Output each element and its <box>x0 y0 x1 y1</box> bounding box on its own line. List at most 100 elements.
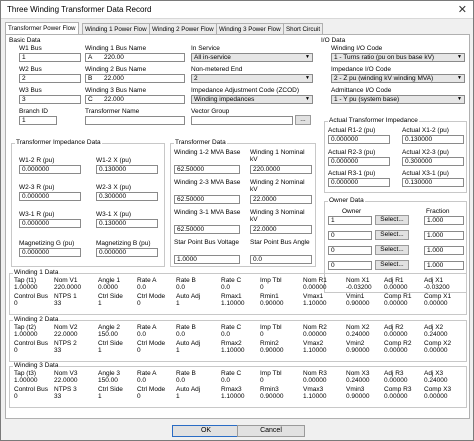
winding-3-value-5[interactable]: 1.10000 <box>221 393 245 400</box>
w12x-input[interactable]: 0.130000 <box>96 165 158 174</box>
actual-x23-input[interactable]: 0.300000 <box>402 157 464 166</box>
fraction-input[interactable]: 1.000 <box>424 231 464 240</box>
w2-bus-name-input[interactable]: B 22.000 <box>85 74 185 83</box>
nonmetered-end-select[interactable]: 2 ▼ <box>191 74 313 83</box>
star-point-angle-input[interactable]: 0.0 <box>250 255 312 264</box>
cancel-button[interactable]: Cancel <box>237 425 305 437</box>
owner-input[interactable]: 1 <box>328 216 372 225</box>
winding-2-value-10[interactable]: 0.24000 <box>424 331 448 338</box>
winding-3-value-8[interactable]: 0.24000 <box>346 377 370 384</box>
vector-group-browse-button[interactable]: ... <box>295 115 311 125</box>
actual-r12-input[interactable]: 0.000000 <box>328 135 390 144</box>
owner-input[interactable]: 0 <box>328 246 372 255</box>
base31-input[interactable]: 62.50000 <box>174 225 240 234</box>
winding-3-value-9[interactable]: 0.00000 <box>384 393 408 400</box>
winding-3-value-9[interactable]: 0.00000 <box>384 377 408 384</box>
winding-1-value-1[interactable]: 220.0000 <box>54 284 81 291</box>
w2-bus-input[interactable]: 2 <box>19 74 81 83</box>
close-icon[interactable]: ✕ <box>458 3 467 16</box>
winding-2-value-5[interactable]: 0.0 <box>221 331 230 338</box>
winding-2-value-4[interactable]: 0.0 <box>176 331 185 338</box>
magnetizing-b-input[interactable]: 0.000000 <box>96 248 158 257</box>
winding-2-value-1[interactable]: 22.0000 <box>54 331 78 338</box>
impedance-io-select[interactable]: 2 - Z pu (winding kV winding MVA) ▼ <box>331 74 465 83</box>
admittance-io-select[interactable]: 1 - Y pu (system base) ▼ <box>331 95 465 104</box>
owner-select-button[interactable]: Select... <box>375 230 409 240</box>
owner-select-button[interactable]: Select... <box>375 245 409 255</box>
winding-2-value-0[interactable]: 0 <box>14 347 18 354</box>
winding-1-value-5[interactable]: 0.0 <box>221 284 230 291</box>
winding-1-value-6[interactable]: 0.90000 <box>260 300 284 307</box>
branch-id-input[interactable]: 1 <box>19 116 57 125</box>
winding-1-value-4[interactable]: 0.0 <box>176 284 185 291</box>
owner-select-button[interactable]: Select... <box>375 260 409 270</box>
winding-3-value-6[interactable]: 0.90000 <box>260 393 284 400</box>
nom3-input[interactable]: 22.0000 <box>250 225 312 234</box>
winding-2-value-1[interactable]: 33 <box>54 347 61 354</box>
winding-1-value-0[interactable]: 1.00000 <box>14 284 38 291</box>
winding-2-value-10[interactable]: 0.00000 <box>424 347 448 354</box>
winding-2-value-2[interactable]: 150.00 <box>98 331 118 338</box>
winding-1-value-0[interactable]: 0 <box>14 300 18 307</box>
winding-3-value-0[interactable]: 0 <box>14 393 18 400</box>
winding-3-value-10[interactable]: 0.24000 <box>424 377 448 384</box>
winding-2-value-7[interactable]: 0.00000 <box>303 331 327 338</box>
actual-x31-input[interactable]: 0.130000 <box>402 178 464 187</box>
winding-3-value-6[interactable]: 0 <box>260 377 264 384</box>
fraction-input[interactable]: 1.000 <box>424 261 464 270</box>
winding-2-value-3[interactable]: 0.0 <box>137 331 146 338</box>
winding-3-value-5[interactable]: 0.0 <box>221 377 230 384</box>
winding-2-value-9[interactable]: 0.00000 <box>384 331 408 338</box>
w31x-input[interactable]: 0.130000 <box>96 219 158 228</box>
winding-3-value-1[interactable]: 33 <box>54 393 61 400</box>
winding-3-value-3[interactable]: 0 <box>137 393 141 400</box>
winding-2-value-2[interactable]: 1 <box>98 347 102 354</box>
winding-1-value-5[interactable]: 1.10000 <box>221 300 245 307</box>
winding-2-value-8[interactable]: 0.90000 <box>346 347 370 354</box>
base12-input[interactable]: 62.50000 <box>174 165 240 174</box>
winding-2-value-6[interactable]: 0 <box>260 331 264 338</box>
w12r-input[interactable]: 0.000000 <box>19 165 81 174</box>
w23x-input[interactable]: 0.300000 <box>96 192 158 201</box>
winding-2-value-4[interactable]: 1 <box>176 347 180 354</box>
vector-group-input[interactable] <box>191 116 293 125</box>
owner-input[interactable]: 0 <box>328 261 372 270</box>
winding-1-value-2[interactable]: 1 <box>98 300 102 307</box>
winding-2-value-5[interactable]: 1.10000 <box>221 347 245 354</box>
winding-3-value-4[interactable]: 0.0 <box>176 377 185 384</box>
winding-3-value-7[interactable]: 1.10000 <box>303 393 327 400</box>
winding-1-value-9[interactable]: 0.00000 <box>384 300 408 307</box>
w23r-input[interactable]: 0.000000 <box>19 192 81 201</box>
magnetizing-g-input[interactable]: 0.000000 <box>19 248 81 257</box>
winding-1-value-2[interactable]: 0.0000 <box>98 284 118 291</box>
winding-2-value-8[interactable]: 0.24000 <box>346 331 370 338</box>
winding-3-value-2[interactable]: 1 <box>98 393 102 400</box>
actual-r31-input[interactable]: 0.000000 <box>328 178 390 187</box>
winding-2-value-6[interactable]: 0.90000 <box>260 347 284 354</box>
ok-button[interactable]: OK <box>172 425 240 437</box>
winding-1-value-7[interactable]: 0.00000 <box>303 284 327 291</box>
transformer-name-input[interactable] <box>85 116 185 125</box>
winding-io-select[interactable]: 1 - Turns ratio (pu on bus base kV) ▼ <box>331 53 465 62</box>
winding-1-value-8[interactable]: 0.90000 <box>346 300 370 307</box>
owner-select-button[interactable]: Select... <box>375 215 409 225</box>
winding-1-value-3[interactable]: 0 <box>137 300 141 307</box>
winding-3-value-8[interactable]: 0.90000 <box>346 393 370 400</box>
in-service-select[interactable]: All in-service ▼ <box>191 53 313 62</box>
star-point-voltage-input[interactable]: 1.0000 <box>174 255 240 264</box>
winding-2-value-3[interactable]: 0 <box>137 347 141 354</box>
w31r-input[interactable]: 0.000000 <box>19 219 81 228</box>
actual-x12-input[interactable]: 0.130000 <box>402 135 464 144</box>
actual-r23-input[interactable]: 0.000000 <box>328 157 390 166</box>
winding-3-value-10[interactable]: 0.00000 <box>424 393 448 400</box>
winding-2-value-0[interactable]: 1.00000 <box>14 331 38 338</box>
winding-3-value-1[interactable]: 22.0000 <box>54 377 78 384</box>
winding-1-value-3[interactable]: 0.0 <box>137 284 146 291</box>
base23-input[interactable]: 62.50000 <box>174 195 240 204</box>
winding-1-value-4[interactable]: 1 <box>176 300 180 307</box>
fraction-input[interactable]: 1.000 <box>424 216 464 225</box>
w1-bus-input[interactable]: 1 <box>19 53 81 62</box>
winding-3-value-2[interactable]: 150.00 <box>98 377 118 384</box>
winding-1-value-1[interactable]: 33 <box>54 300 61 307</box>
winding-3-value-0[interactable]: 1.00000 <box>14 377 38 384</box>
